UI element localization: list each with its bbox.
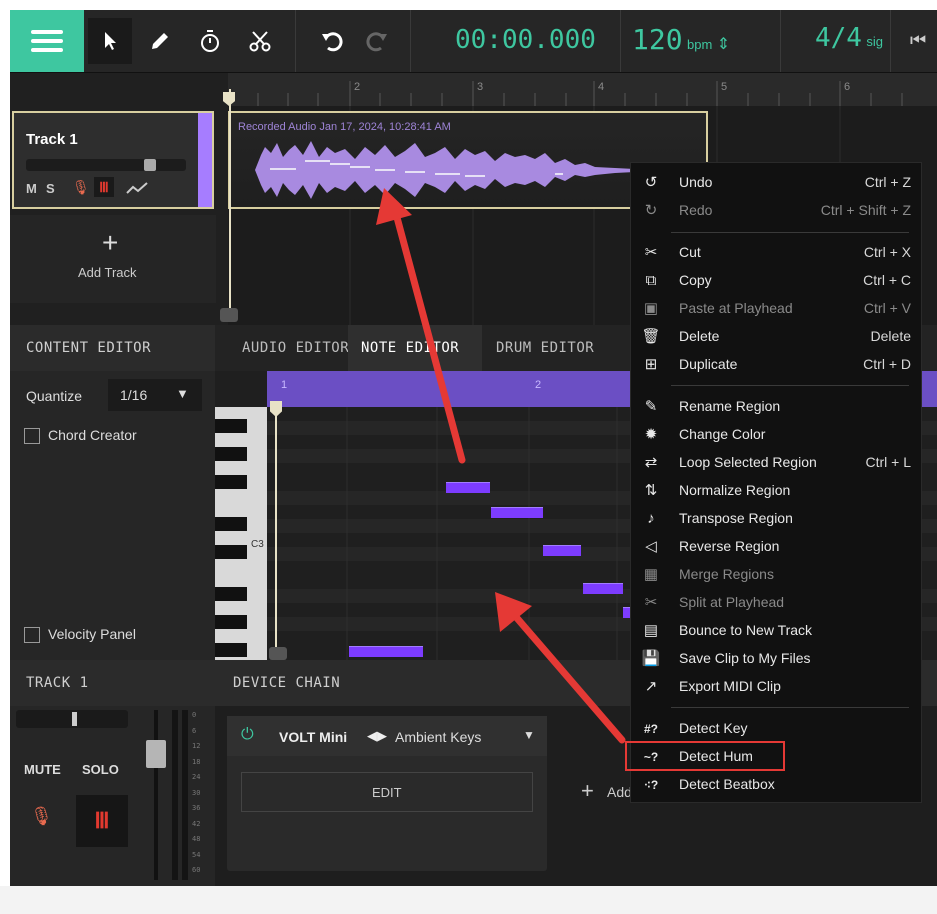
taskbar [0, 886, 937, 914]
annotation-arrows [376, 188, 626, 744]
soundtrap-studio: 00:00.000 120 bpm ⇕ 4/4 sig ⏮ 2 3 4 5 6 … [10, 10, 937, 886]
